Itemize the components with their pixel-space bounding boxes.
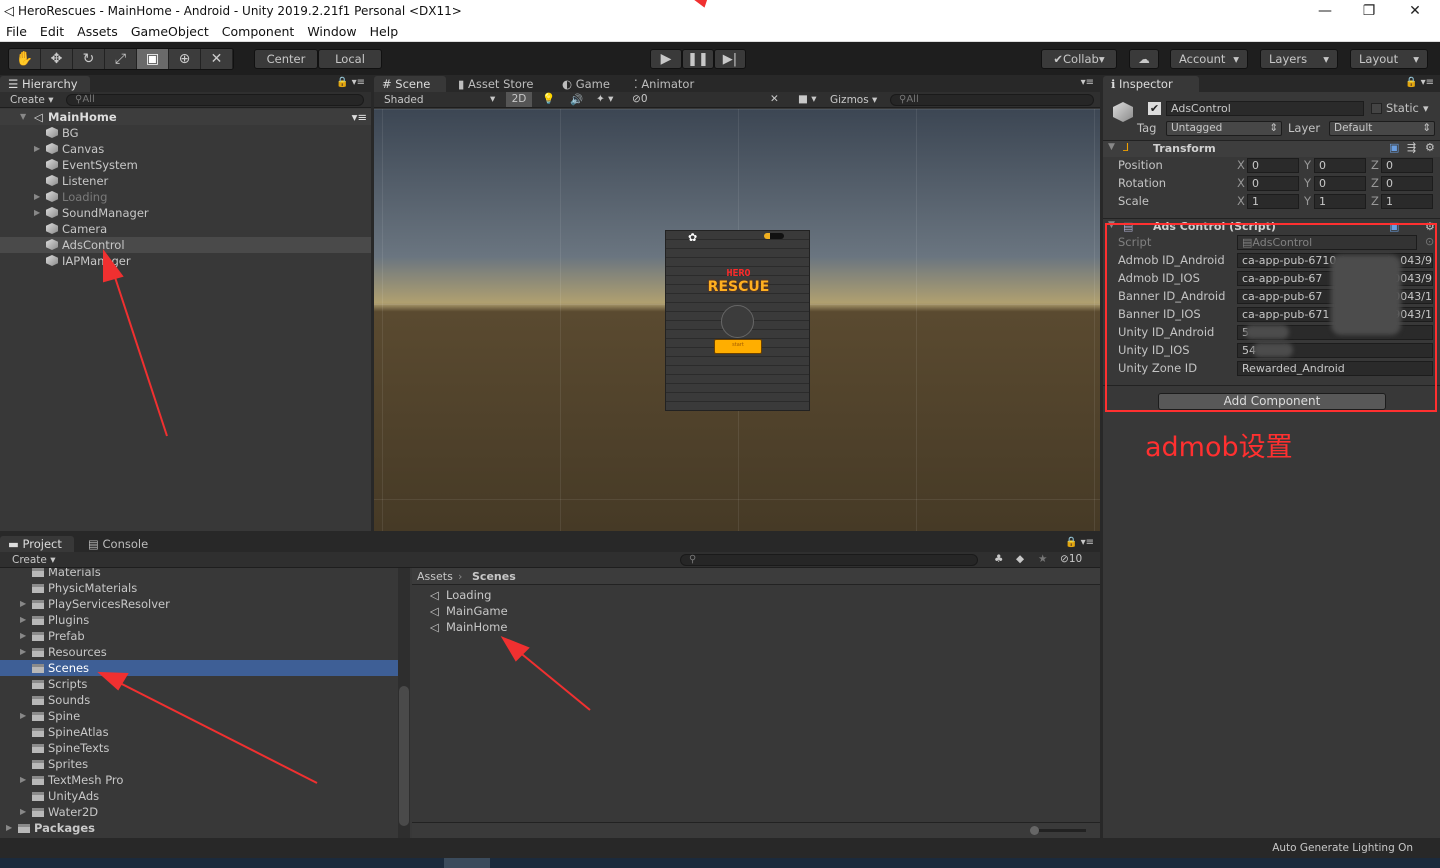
annotation-arrow (109, 677, 318, 784)
annotation-arrowhead (694, 0, 708, 8)
annotation-arrowhead (103, 249, 124, 283)
annotation-arrow (511, 645, 591, 711)
annotation-arrows (97, 0, 708, 784)
annotation-arrowhead (97, 671, 129, 691)
annotation-arrow (109, 261, 168, 437)
